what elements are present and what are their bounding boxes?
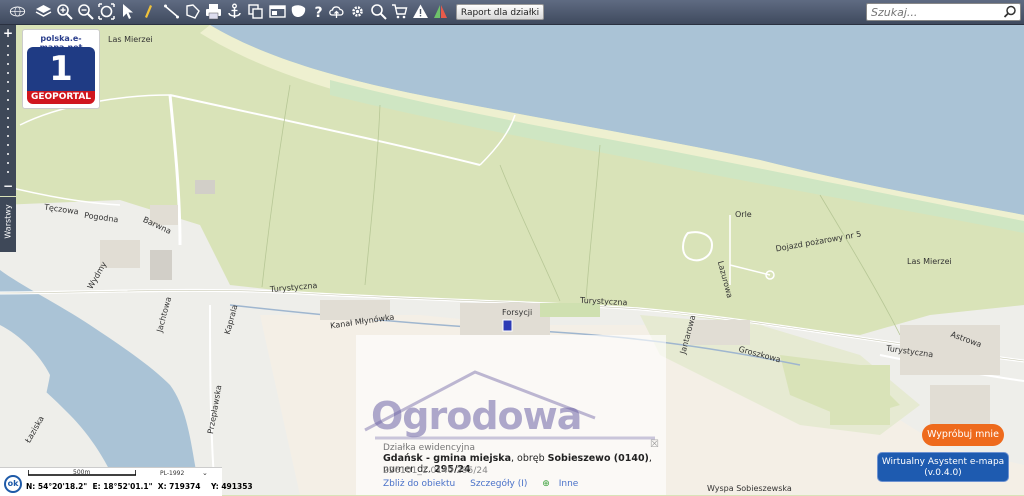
zoom-to-object-link[interactable]: Zbliż do obiektu (383, 479, 455, 489)
globe-icon[interactable] (4, 2, 30, 21)
assistant-version: (v.0.4.0) (924, 468, 962, 478)
chevron-down-icon[interactable]: ⌄ (202, 469, 208, 477)
plus-circle-icon[interactable]: ⊕ (542, 479, 550, 489)
zoom-level-tick[interactable] (7, 54, 9, 56)
latitude: N: 54°20'18.2" (26, 482, 88, 491)
shape-icon[interactable] (289, 2, 308, 21)
virtual-assistant-button[interactable]: Wirtualny Asystent e-mapa (v.0.4.0) (877, 452, 1009, 482)
zoom-slider[interactable]: + − (0, 25, 16, 196)
zoom-level-tick[interactable] (7, 45, 9, 47)
measure-area-icon[interactable] (183, 2, 202, 21)
zoom-plus-button[interactable]: + (0, 27, 16, 39)
pointer-icon[interactable] (118, 2, 137, 21)
zoom-out-icon[interactable] (76, 2, 95, 21)
projection-select[interactable]: PL-1992 (160, 470, 184, 477)
x-coordinate: X: 719374 (157, 482, 201, 491)
search-zoom-icon[interactable] (369, 2, 388, 21)
label-wyspa-sobieszewska: Wyspa Sobieszewska (707, 484, 792, 493)
y-coordinate: Y: 491353 (210, 482, 253, 491)
svg-text:?: ? (314, 5, 322, 20)
zoom-in-icon[interactable] (55, 2, 74, 21)
logo-number: 1 (27, 47, 95, 91)
main-toolbar: ? Raport dla działki (0, 0, 1024, 25)
zoom-level-tick[interactable] (7, 63, 9, 65)
anchor-icon[interactable] (225, 2, 244, 21)
print-icon[interactable] (204, 2, 223, 21)
zoom-level-tick[interactable] (7, 81, 9, 83)
zoom-level-tick[interactable] (7, 144, 9, 146)
help-icon[interactable]: ? (309, 2, 328, 21)
layers-tab-label: Warstwy (3, 204, 13, 239)
scale-label: 500m (73, 469, 91, 476)
full-extent-icon[interactable] (97, 2, 116, 21)
copy-icon[interactable] (246, 2, 265, 21)
label-orle: Orle (735, 210, 752, 219)
zoom-level-tick[interactable] (7, 126, 9, 128)
zoom-level-tick[interactable] (7, 162, 9, 164)
search-input[interactable] (871, 5, 999, 19)
ok-button[interactable]: ok (4, 475, 22, 493)
cart-icon[interactable] (390, 2, 409, 21)
label-las-mierzei: Las Mierzei (907, 257, 952, 266)
try-me-button[interactable]: Wypróbuj mnie (922, 424, 1004, 446)
zoom-level-tick[interactable] (7, 72, 9, 74)
watermark-text: Ogrodowa (371, 394, 582, 438)
zoom-level-tick[interactable] (7, 117, 9, 119)
zoom-level-tick[interactable] (7, 90, 9, 92)
watermark: Ogrodowa (355, 360, 665, 468)
layers-icon[interactable] (34, 2, 53, 21)
coordinates-readout: N: 54°20'18.2" E: 18°52'01.1" X: 719374 … (26, 482, 253, 491)
search-icon[interactable] (1003, 5, 1017, 19)
zoom-level-tick[interactable] (7, 153, 9, 155)
longitude: E: 18°52'01.1" (92, 482, 153, 491)
zoom-minus-button[interactable]: − (0, 180, 16, 192)
assistant-title: Wirtualny Asystent e-mapa (881, 457, 1005, 467)
zoom-level-tick[interactable] (7, 171, 9, 173)
search-box (866, 3, 1021, 21)
logo-brand: GEOPORTAL (27, 91, 95, 104)
cloud-upload-icon[interactable] (327, 2, 346, 21)
details-link[interactable]: Szczegóły (I) (470, 479, 527, 489)
popup-links: Zbliż do obiektu Szczegóły (I) ⊕ Inne (383, 479, 590, 489)
geoportal-logo[interactable]: polska.e-mapa.net 1 GEOPORTAL (22, 29, 100, 109)
zoom-level-tick[interactable] (7, 135, 9, 137)
zoom-level-tick[interactable] (7, 108, 9, 110)
other-link[interactable]: Inne (559, 479, 579, 489)
split-view-icon[interactable] (431, 2, 450, 21)
layers-tab[interactable]: Warstwy (0, 197, 16, 252)
label-forsycji: Forsycji (502, 308, 533, 317)
settings-icon[interactable] (348, 2, 367, 21)
measure-distance-icon[interactable] (162, 2, 181, 21)
window-layout-icon[interactable] (268, 2, 287, 21)
zoom-level-tick[interactable] (7, 99, 9, 101)
report-button[interactable]: Raport dla działki (456, 4, 544, 20)
info-icon[interactable] (139, 2, 158, 21)
warning-icon[interactable] (411, 2, 430, 21)
label-las-mierzei: Las Mierzei (108, 35, 153, 44)
